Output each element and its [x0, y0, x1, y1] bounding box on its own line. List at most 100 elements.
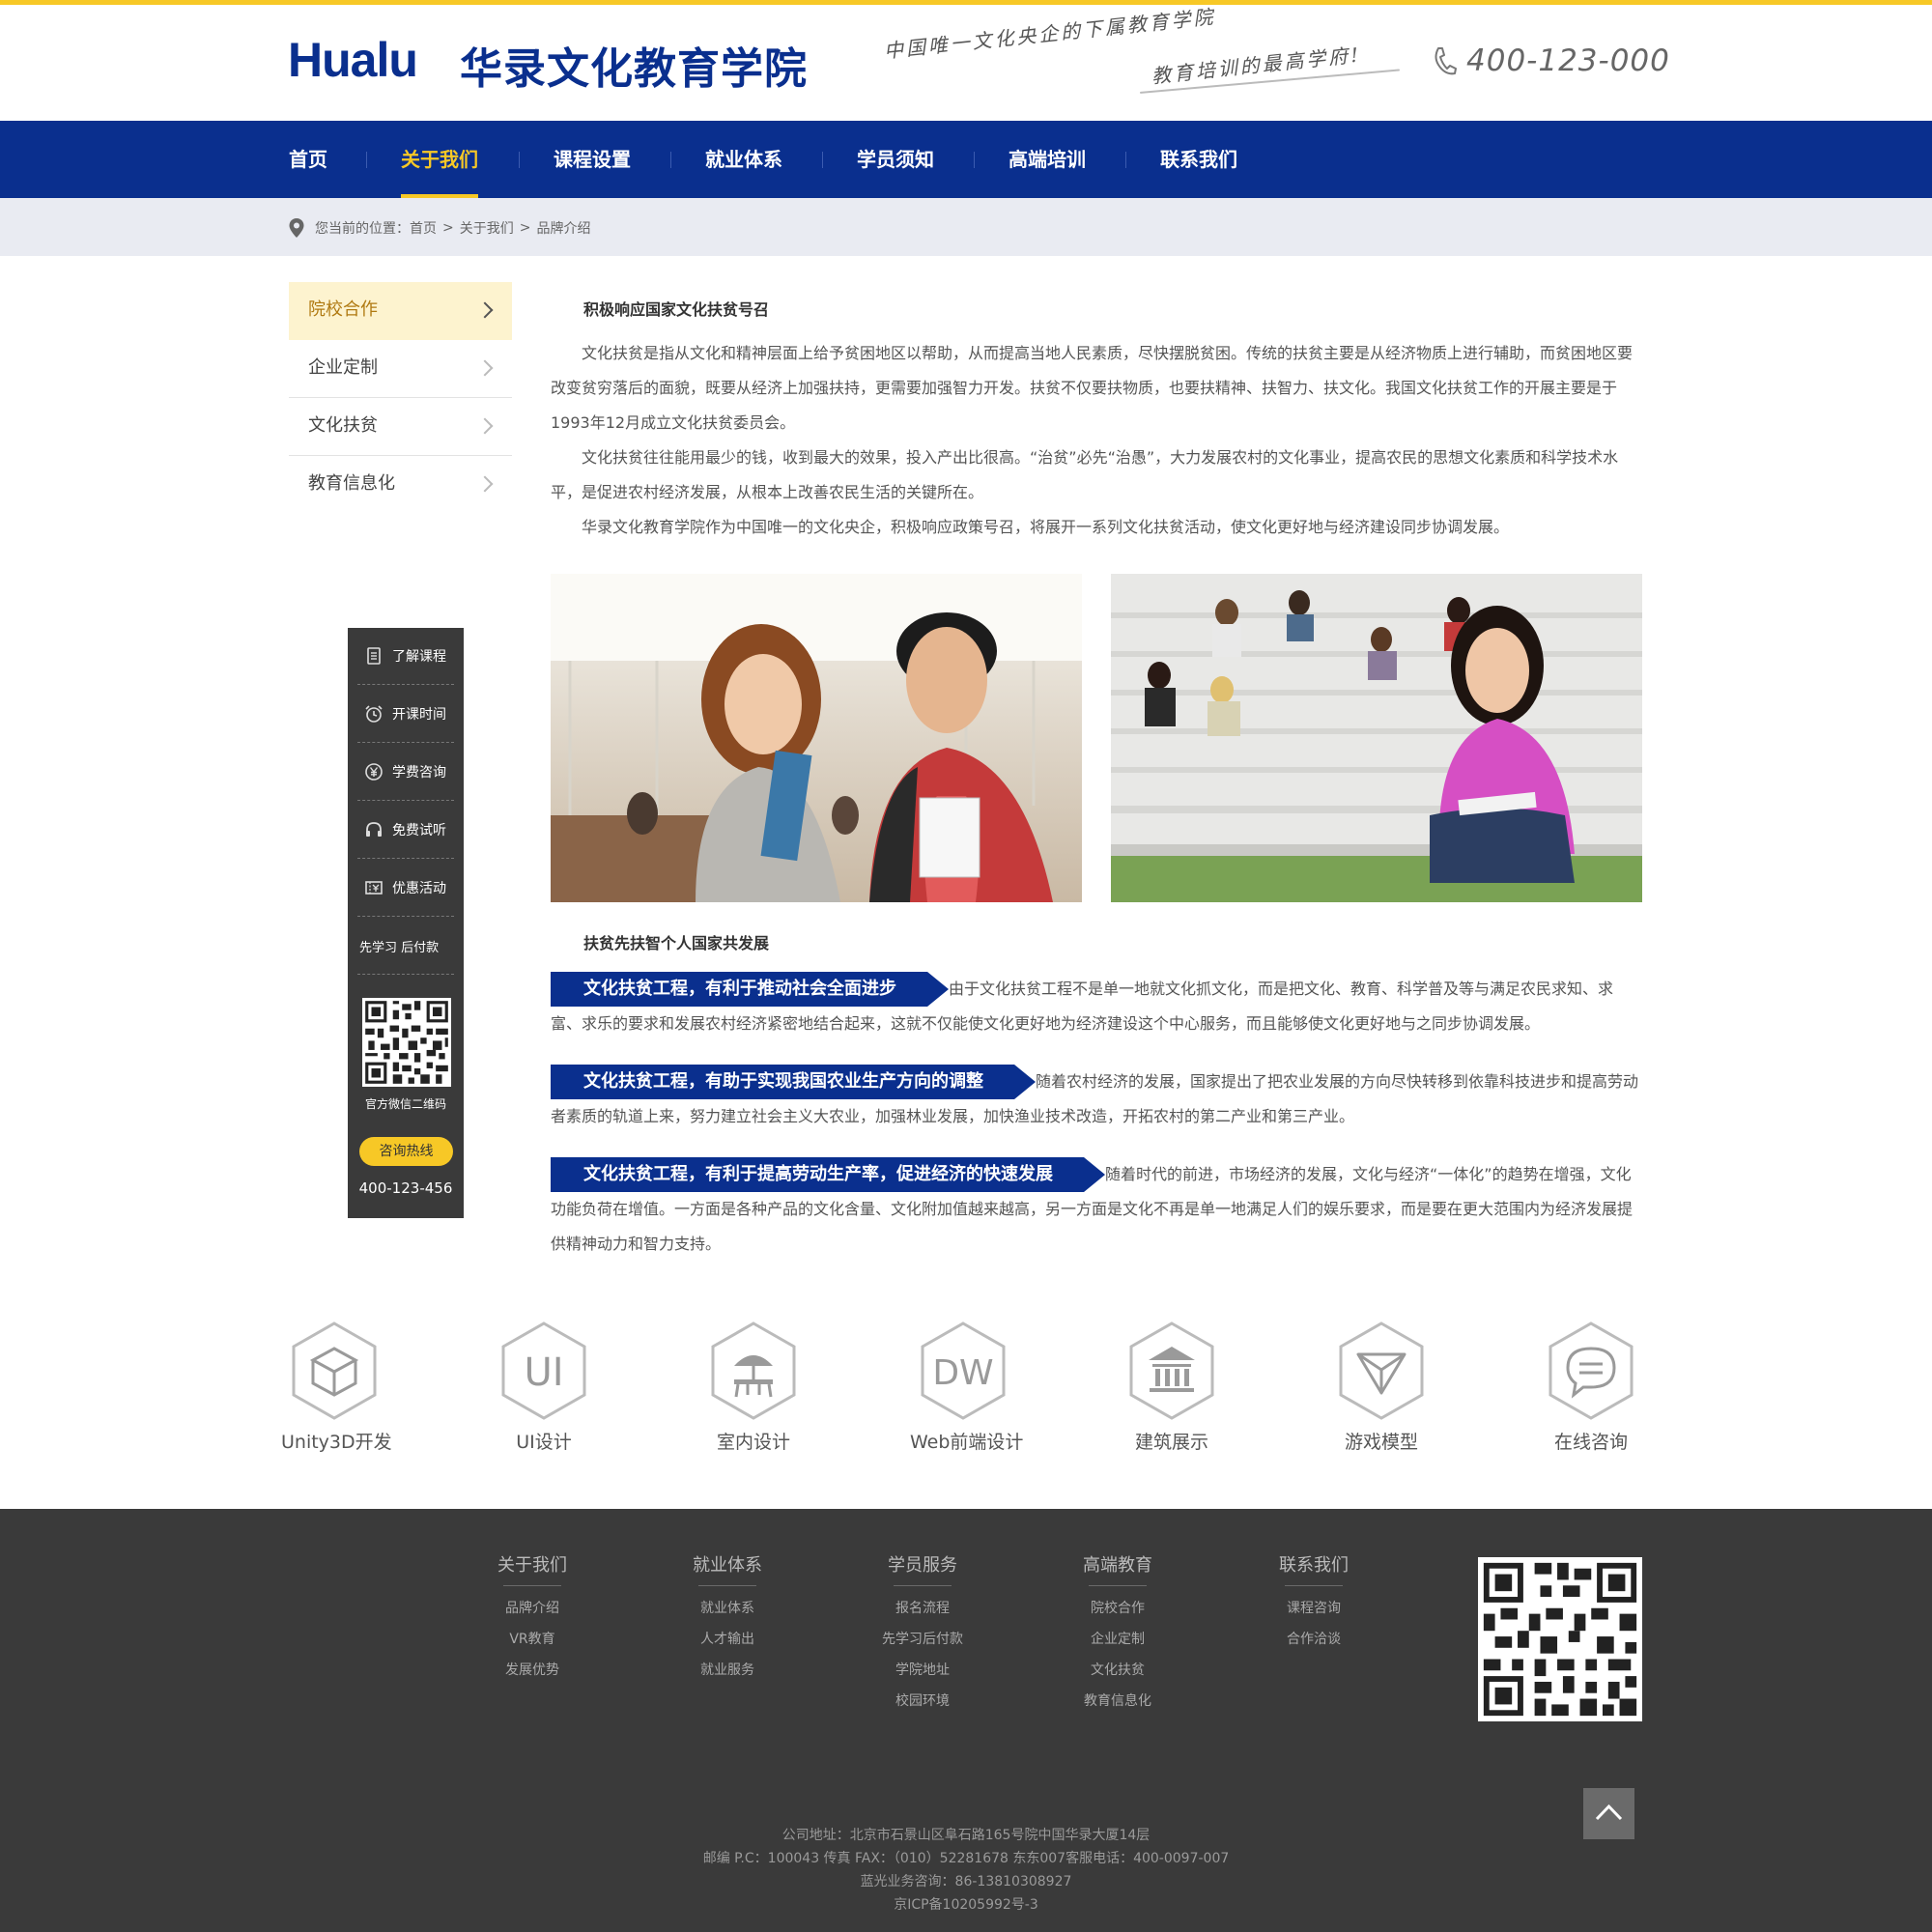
float-item-label: 了解课程 — [392, 649, 446, 665]
float-item-schedule[interactable]: 开课时间 — [357, 686, 454, 743]
footer-link[interactable]: VR教育 — [465, 1629, 600, 1648]
footer-link[interactable]: 报名流程 — [855, 1598, 990, 1617]
consult-hotline-button[interactable]: 咨询热线 — [359, 1137, 453, 1166]
nav-item-student-notice[interactable]: 学员须知 — [856, 121, 935, 198]
breadcrumb-separator: > — [442, 220, 454, 236]
category-ui-design[interactable]: UI UI设计 — [491, 1320, 597, 1454]
nav-item-courses[interactable]: 课程设置 — [553, 121, 632, 198]
headphones-icon — [366, 822, 382, 837]
logo-cn[interactable]: 华录文化教育学院 — [460, 34, 808, 96]
category-architecture[interactable]: 建筑展示 — [1119, 1320, 1225, 1454]
footer-link[interactable]: 学院地址 — [855, 1660, 990, 1679]
chat-icon — [1548, 1321, 1634, 1420]
footer-link[interactable]: 发展优势 — [465, 1660, 600, 1679]
paragraph-2: 文化扶贫往往能用最少的钱，收到最大的效果，投入产出比很高。“治贫”必先“治愚”，… — [551, 448, 1619, 501]
students-classroom-photo — [551, 574, 1082, 902]
footer-address: 公司地址：北京市石景山区阜石路165号院中国华录大厦14层 — [781, 1828, 1151, 1843]
banner-ribbon-title: 文化扶贫工程，有利于推动社会全面进步 — [551, 972, 949, 1007]
sidebar-item-cultural-poverty[interactable]: 文化扶贫 — [289, 398, 512, 456]
breadcrumb-prefix: 您当前的位置： — [315, 221, 410, 237]
category-game-model[interactable]: 游戏模型 — [1328, 1320, 1435, 1454]
nav-item-advanced-training[interactable]: 高端培训 — [1008, 121, 1087, 198]
float-item-label: 免费试听 — [392, 823, 446, 838]
banner-item-2: 文化扶贫工程，有助于实现我国农业生产方向的调整 随着农村经济的发展，国家提出了把… — [551, 1065, 1642, 1134]
footer-icp: 京ICP备10205992号-3 — [894, 1897, 1038, 1913]
footer-link[interactable]: 人才输出 — [660, 1629, 795, 1648]
footer-link[interactable]: 就业服务 — [660, 1660, 795, 1679]
float-item-label: 先学习 后付款 — [359, 940, 440, 955]
nav-item-home[interactable]: 首页 — [288, 121, 328, 198]
dw-icon: DW — [921, 1321, 1006, 1420]
logo-en[interactable]: Hualu — [288, 32, 418, 88]
sidebar-item-edu-informatization[interactable]: 教育信息化 — [289, 456, 512, 514]
float-item-promotion[interactable]: 优惠活动 — [357, 860, 454, 917]
sidebar-item-enterprise-custom[interactable]: 企业定制 — [289, 340, 512, 398]
slogan-line-1: 中国唯一文化央企的下属教育学院 — [882, 4, 1217, 63]
footer-link[interactable]: 企业定制 — [1050, 1629, 1185, 1648]
float-item-tuition[interactable]: 学费咨询 — [357, 744, 454, 801]
category-label: 游戏模型 — [1344, 1432, 1418, 1453]
game-icon — [1339, 1321, 1424, 1420]
footer-link[interactable]: 院校合作 — [1050, 1598, 1185, 1617]
footer-qr-code — [1478, 1557, 1642, 1721]
float-item-label: 优惠活动 — [392, 881, 446, 896]
breadcrumb-bar: 您当前的位置： 首页 > 关于我们 > 品牌介绍 — [0, 198, 1932, 256]
footer-link[interactable]: 文化扶贫 — [1050, 1660, 1185, 1679]
float-item-courses[interactable]: 了解课程 — [357, 628, 454, 685]
category-online-consult[interactable]: 在线咨询 — [1538, 1320, 1644, 1454]
nav-separator — [366, 152, 367, 168]
footer-contact-line: 邮编 P.C：100043 传真 FAX：（010）52281678 东东007… — [702, 1851, 1230, 1866]
float-item-free-trial[interactable]: 免费试听 — [357, 802, 454, 859]
category-label: Web前端设计 — [910, 1432, 1024, 1453]
document-icon — [367, 647, 381, 665]
breadcrumb-separator: > — [519, 220, 531, 236]
header-hotline: 400-123-000 — [1432, 43, 1670, 78]
nav-item-employment[interactable]: 就业体系 — [704, 121, 783, 198]
section-title-2: 扶贫先扶智个人国家共发展 — [583, 934, 770, 952]
nav-item-about[interactable]: 关于我们 — [401, 121, 478, 198]
chevron-right-icon — [476, 359, 494, 377]
footer-link[interactable]: 先学习后付款 — [855, 1629, 990, 1648]
category-web-frontend[interactable]: DW Web前端设计 — [910, 1320, 1024, 1454]
footer: 关于我们 品牌介绍 VR教育 发展优势 就业体系 就业体系 人才输出 就业服务 … — [0, 1509, 1932, 1932]
footer-column-title: 就业体系 — [660, 1551, 795, 1586]
footer-link[interactable]: 课程咨询 — [1246, 1598, 1381, 1617]
footer-link[interactable]: 就业体系 — [660, 1598, 795, 1617]
footer-link[interactable]: 教育信息化 — [1050, 1690, 1185, 1710]
floating-service-panel: 了解课程 开课时间 学费咨询 免费试听 优惠活动 先学习 后付款 官方微信二维码 — [348, 628, 464, 1218]
nav-item-contact[interactable]: 联系我们 — [1159, 121, 1238, 198]
breadcrumb: 您当前的位置： 首页 > 关于我们 > 品牌介绍 — [288, 217, 596, 239]
float-item-label: 学费咨询 — [392, 765, 446, 781]
banner-ribbon-title: 文化扶贫工程，有利于提高劳动生产率，促进经济的快速发展 — [551, 1157, 1105, 1192]
footer-column-title: 联系我们 — [1246, 1551, 1381, 1586]
sidebar-item-label: 教育信息化 — [308, 473, 395, 494]
footer-link[interactable]: 校园环境 — [855, 1690, 990, 1710]
breadcrumb-about[interactable]: 关于我们 — [460, 218, 514, 238]
sidebar-item-school-cooperation[interactable]: 院校合作 — [289, 282, 512, 340]
category-label: UI设计 — [516, 1432, 572, 1453]
sidebar-item-label: 文化扶贫 — [308, 415, 378, 436]
footer-link[interactable]: 合作洽谈 — [1246, 1629, 1381, 1648]
wechat-qr-code — [362, 998, 451, 1087]
location-pin-icon — [289, 218, 304, 238]
sidebar: 院校合作 企业定制 文化扶贫 教育信息化 — [289, 282, 512, 514]
svg-text:UI: UI — [524, 1350, 563, 1395]
float-item-label: 开课时间 — [392, 707, 446, 723]
float-item-learn-first[interactable]: 先学习 后付款 — [357, 918, 454, 975]
nav-separator — [822, 152, 823, 168]
breadcrumb-home[interactable]: 首页 — [410, 218, 437, 238]
category-interior-design[interactable]: 室内设计 — [700, 1320, 807, 1454]
svg-text:DW: DW — [932, 1353, 993, 1393]
banner-ribbon-title: 文化扶贫工程，有助于实现我国农业生产方向的调整 — [551, 1065, 1036, 1099]
category-label: 在线咨询 — [1553, 1432, 1628, 1453]
students-steps-photo — [1111, 574, 1642, 902]
building-icon — [1129, 1321, 1214, 1420]
footer-link[interactable]: 品牌介绍 — [465, 1598, 600, 1617]
hotline-number: 400-123-000 — [1466, 43, 1670, 78]
cube-icon — [292, 1321, 377, 1420]
footer-column-advanced-edu: 高端教育 院校合作 企业定制 文化扶贫 教育信息化 — [1050, 1551, 1185, 1710]
category-unity3d[interactable]: Unity3D开发 — [281, 1320, 392, 1454]
category-label: Unity3D开发 — [281, 1432, 392, 1453]
footer-column-about: 关于我们 品牌介绍 VR教育 发展优势 — [465, 1551, 600, 1679]
qr-code-label: 官方微信二维码 — [364, 1097, 446, 1111]
